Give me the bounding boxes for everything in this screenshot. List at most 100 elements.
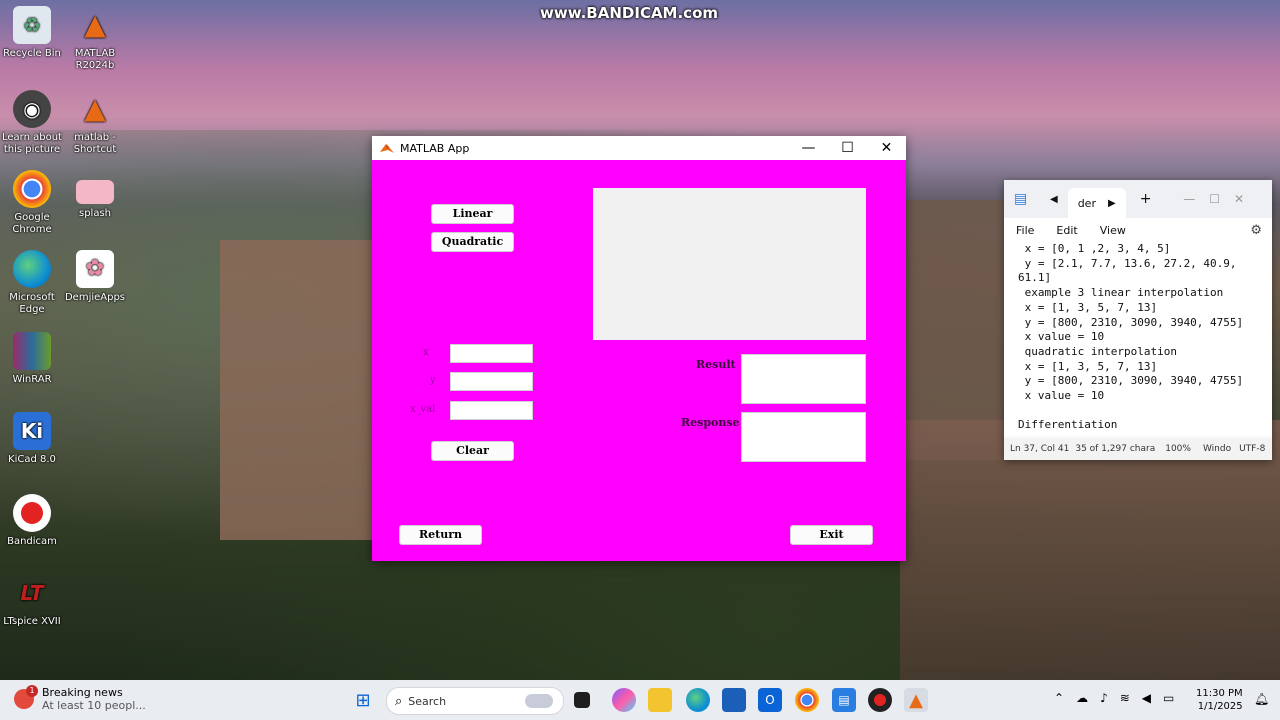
kicad-icon: Ki [13, 412, 51, 450]
clear-button[interactable]: Clear [431, 441, 514, 461]
tab-forward-icon[interactable]: ▶ [1108, 198, 1116, 209]
x-val-input[interactable] [450, 401, 533, 420]
plot-axes [593, 188, 866, 340]
text-line: x = [1, 3, 5, 7, 13] [1018, 359, 1158, 373]
y-label: y [430, 375, 436, 386]
edge-taskbar-icon[interactable] [686, 688, 710, 712]
result-label: Result [696, 358, 736, 371]
chrome-icon [13, 170, 51, 208]
desktop-icon-matlab[interactable]: ▲ MATLAB R2024b [63, 6, 127, 72]
gear-icon[interactable]: ⚙ [1250, 223, 1262, 238]
desktop-icon-matlab-shortcut[interactable]: ▲ matlab - Shortcut [63, 90, 127, 156]
notepad-taskbar-icon[interactable]: ▤ [832, 688, 856, 712]
notification-bell-icon[interactable]: 🔔︎ [1254, 692, 1269, 706]
bandicam-taskbar-icon[interactable] [868, 688, 892, 712]
desktop-icon-label: matlab - Shortcut [73, 132, 117, 155]
volume-icon[interactable]: ◀ [1142, 691, 1151, 705]
wifi-icon[interactable]: ≋ [1120, 691, 1130, 705]
taskbar-search[interactable]: ⌕ Search [386, 687, 564, 715]
text-line: y = [2.1, 7.7, 13.6, 27.2, 40.9, [1018, 256, 1237, 270]
text-line: y = [800, 2310, 3090, 3940, 4755] [1018, 374, 1244, 388]
desktop-icon-label: Microsoft Edge [9, 292, 55, 315]
desktop-icon-ltspice[interactable]: LT LTspice XVII [0, 574, 64, 628]
windows-start-icon[interactable]: ⊞ [351, 688, 375, 712]
desktop-icon-demjieapps[interactable]: ✿ DemjieApps [63, 250, 127, 304]
edge-icon [13, 250, 51, 288]
search-highlight-icon [525, 694, 553, 708]
mic-icon[interactable]: ♪ [1100, 691, 1108, 705]
notepad-tab-bar: ▤ ◀ der ▶ + —☐✕ [1004, 180, 1272, 218]
response-label: Response [681, 416, 740, 429]
quadratic-button[interactable]: Quadratic [431, 232, 514, 252]
menu-file[interactable]: File [1016, 224, 1034, 237]
new-tab-icon[interactable]: + [1140, 191, 1152, 207]
task-view-icon[interactable] [574, 692, 590, 708]
response-field[interactable] [741, 412, 866, 462]
text-line: 61.1] [1018, 271, 1052, 285]
outlook-icon[interactable]: O [758, 688, 782, 712]
notepad-status-bar: Ln 37, Col 41 35 of 1,297 chara 100% Win… [1004, 438, 1272, 460]
chevron-up-icon[interactable]: ⌃ [1054, 691, 1064, 705]
text-line: x = [1, 3, 5, 7, 13] [1018, 300, 1158, 314]
x-input[interactable] [450, 344, 533, 363]
text-line: Differentiation [1018, 418, 1118, 432]
store-icon[interactable] [722, 688, 746, 712]
desktop-icon-kicad[interactable]: Ki KiCad 8.0 [0, 412, 64, 466]
desktop-icon-label: MATLAB R2024b [74, 48, 116, 71]
notepad-text-area[interactable]: x = [0, 1 ,2, 3, 4, 5] y = [2.1, 7.7, 13… [1004, 242, 1272, 436]
search-placeholder: Search [408, 694, 447, 708]
minimize-button[interactable]: — [789, 140, 828, 156]
text-line: example 3 linear interpolation [1018, 286, 1224, 300]
app-canvas: Linear Quadratic x y x_val Clear Result … [372, 160, 906, 561]
news-widget[interactable]: 1 Breaking news At least 10 peopl... [14, 685, 146, 712]
linear-button[interactable]: Linear [431, 204, 514, 224]
result-field[interactable] [741, 354, 866, 404]
cloud-icon[interactable]: ☁ [1076, 691, 1088, 705]
desktop-icon-label: LTspice XVII [3, 616, 61, 627]
search-icon: ⌕ [395, 693, 403, 709]
clock[interactable]: 11:30 PM 1/1/2025 [1196, 687, 1243, 713]
desktop-icon-winrar[interactable]: WinRAR [0, 332, 64, 386]
tab-label: der [1077, 196, 1096, 210]
matlab-icon: ▲ [84, 92, 106, 125]
status-zoom[interactable]: 100% [1165, 444, 1191, 454]
status-chars: 35 of 1,297 chara [1075, 444, 1156, 454]
copilot-icon[interactable] [612, 688, 636, 712]
close-button[interactable]: ✕ [867, 140, 906, 156]
status-encoding[interactable]: UTF-8 [1239, 444, 1265, 454]
taskbar: 1 Breaking news At least 10 peopl... ⊞ ⌕… [0, 680, 1280, 720]
exit-button[interactable]: Exit [790, 525, 873, 545]
maximize-button[interactable]: ☐ [828, 140, 867, 156]
desktop-icon-recycle-bin[interactable]: ♻ Recycle Bin [0, 6, 64, 60]
matlab-taskbar-icon[interactable]: ▲ [904, 688, 928, 712]
clock-date: 1/1/2025 [1197, 701, 1243, 712]
text-line: x value = 10 [1018, 330, 1105, 344]
matlab-logo-icon [380, 144, 394, 153]
menu-edit[interactable]: Edit [1056, 224, 1077, 237]
desktop-icon-microsoft-edge[interactable]: Microsoft Edge [0, 250, 64, 316]
file-explorer-icon[interactable] [648, 688, 672, 712]
system-tray[interactable]: ⌃ ☁ ♪ ≋ ◀ ▭ [1054, 691, 1174, 705]
clock-time: 11:30 PM [1196, 688, 1243, 699]
desktop-icon-label: Recycle Bin [3, 48, 61, 59]
chrome-taskbar-icon[interactable] [795, 688, 819, 712]
image-icon [76, 180, 114, 204]
desktop-icon-label: splash [78, 208, 111, 219]
x-label: x [423, 347, 429, 358]
desktop-icon-google-chrome[interactable]: Google Chrome [0, 170, 64, 236]
desktop-icon-bandicam[interactable]: Bandicam [0, 494, 64, 548]
battery-icon[interactable]: ▭ [1163, 691, 1174, 705]
y-input[interactable] [450, 372, 533, 391]
return-button[interactable]: Return [399, 525, 482, 545]
status-line-ending[interactable]: Windo [1203, 444, 1231, 454]
text-line: x value = 10 [1018, 389, 1105, 403]
menu-view[interactable]: View [1100, 224, 1126, 237]
title-bar[interactable]: MATLAB App — ☐ ✕ [372, 136, 906, 160]
desktop-icon-splash[interactable]: splash [63, 180, 127, 220]
desktop-icon-learn-about-picture[interactable]: ◉ Learn about this picture [0, 90, 64, 156]
tab-der[interactable]: der ▶ [1067, 188, 1126, 218]
news-badge: 1 [26, 685, 38, 697]
tab-back-icon[interactable]: ◀ [1050, 194, 1058, 205]
record-icon [13, 494, 51, 532]
window-controls[interactable]: —☐✕ [1183, 192, 1258, 206]
